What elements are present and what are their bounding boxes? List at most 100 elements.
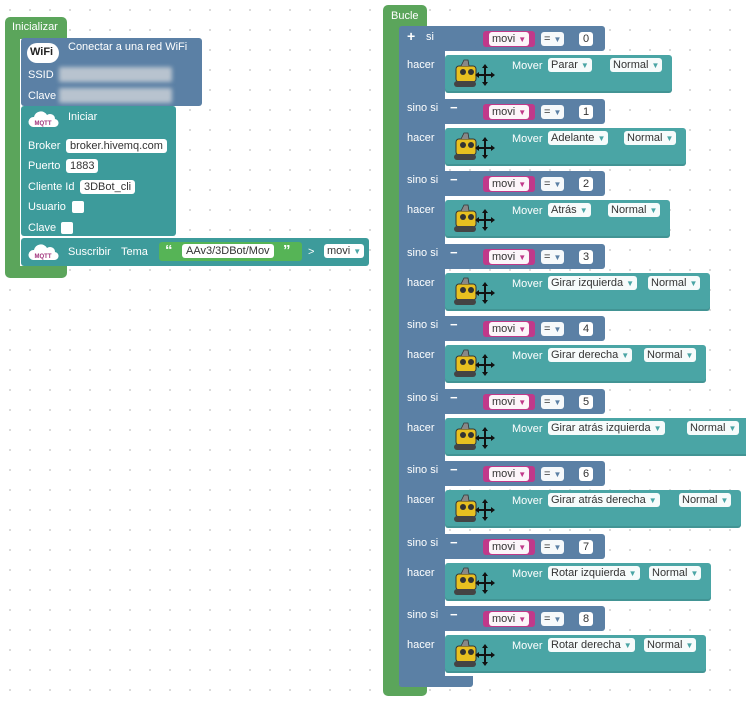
subscribe-var-dropdown[interactable]: movi ▼ [324, 244, 365, 258]
compare-block[interactable]: movi ▼ = ▼ 4 [475, 320, 599, 338]
operator-dropdown[interactable]: = ▼ [541, 177, 565, 191]
direction-dropdown[interactable]: Rotar izquierda ▼ [548, 566, 640, 580]
number-field[interactable]: 1 [579, 105, 593, 119]
variable-block[interactable]: movi ▼ [483, 249, 535, 265]
move-robot-block[interactable]: Mover Girar izquierda ▼ Normal ▼ [445, 273, 710, 311]
variable-dropdown[interactable]: movi ▼ [489, 540, 530, 554]
usuario-field[interactable] [72, 201, 84, 213]
variable-block[interactable]: movi ▼ [483, 611, 535, 627]
move-robot-block[interactable]: Mover Rotar izquierda ▼ Normal ▼ [445, 563, 711, 601]
wifi-password-field[interactable] [59, 88, 172, 103]
move-robot-block[interactable]: Mover Adelante ▼ Normal ▼ [445, 128, 686, 166]
number-block[interactable]: 5 [577, 394, 595, 410]
number-block[interactable]: 6 [577, 466, 595, 482]
remove-branch-icon[interactable]: − [450, 100, 458, 115]
speed-dropdown[interactable]: Normal ▼ [624, 131, 677, 145]
speed-dropdown[interactable]: Normal ▼ [608, 203, 661, 217]
operator-dropdown[interactable]: = ▼ [541, 467, 565, 481]
move-robot-block[interactable]: Mover Girar atrás derecha ▼ Normal ▼ [445, 490, 741, 528]
variable-block[interactable]: movi ▼ [483, 466, 535, 482]
puerto-field[interactable]: 1883 [66, 159, 99, 173]
operator-dropdown[interactable]: = ▼ [541, 612, 565, 626]
operator-dropdown[interactable]: = ▼ [541, 250, 565, 264]
compare-block[interactable]: movi ▼ = ▼ 8 [475, 610, 599, 628]
move-robot-block[interactable]: Mover Girar derecha ▼ Normal ▼ [445, 345, 706, 383]
number-field[interactable]: 7 [579, 540, 593, 554]
variable-dropdown[interactable]: movi ▼ [489, 467, 530, 481]
number-block[interactable]: 2 [577, 176, 595, 192]
move-robot-block[interactable]: Mover Parar ▼ Normal ▼ [445, 55, 672, 93]
variable-block[interactable]: movi ▼ [483, 176, 535, 192]
direction-dropdown[interactable]: Girar atrás izquierda ▼ [548, 421, 665, 435]
move-robot-block[interactable]: Mover Atrás ▼ Normal ▼ [445, 200, 670, 238]
compare-block[interactable]: movi ▼ = ▼ 3 [475, 248, 599, 266]
number-field[interactable]: 0 [579, 32, 593, 46]
broker-field[interactable]: broker.hivemq.com [66, 139, 167, 153]
speed-dropdown[interactable]: Normal ▼ [649, 566, 702, 580]
remove-branch-icon[interactable]: − [450, 245, 458, 260]
variable-block[interactable]: movi ▼ [483, 394, 535, 410]
number-field[interactable]: 4 [579, 322, 593, 336]
compare-block[interactable]: movi ▼ = ▼ 6 [475, 465, 599, 483]
variable-dropdown[interactable]: movi ▼ [489, 395, 530, 409]
ssid-field[interactable] [59, 67, 172, 82]
speed-dropdown[interactable]: Normal ▼ [648, 276, 701, 290]
mqtt-password-field[interactable] [61, 222, 73, 234]
variable-dropdown[interactable]: movi ▼ [489, 105, 530, 119]
speed-dropdown[interactable]: Normal ▼ [644, 348, 697, 362]
variable-dropdown[interactable]: movi ▼ [489, 612, 530, 626]
speed-dropdown[interactable]: Normal ▼ [610, 58, 663, 72]
direction-dropdown[interactable]: Girar derecha ▼ [548, 348, 633, 362]
wifi-connect-block[interactable]: WiFi Conectar a una red WiFi SSID Clave [21, 38, 202, 106]
remove-branch-icon[interactable]: − [450, 607, 458, 622]
operator-dropdown[interactable]: = ▼ [541, 395, 565, 409]
compare-block[interactable]: movi ▼ = ▼ 5 [475, 393, 599, 411]
number-block[interactable]: 1 [577, 104, 595, 120]
direction-dropdown[interactable]: Parar ▼ [548, 58, 592, 72]
remove-branch-icon[interactable]: − [450, 535, 458, 550]
variable-block[interactable]: movi ▼ [483, 539, 535, 555]
direction-dropdown[interactable]: Girar atrás derecha ▼ [548, 493, 660, 507]
topic-field[interactable]: AAv3/3DBot/Mov [182, 244, 274, 258]
move-robot-block[interactable]: Mover Girar atrás izquierda ▼ Normal ▼ [445, 418, 746, 456]
number-field[interactable]: 8 [579, 612, 593, 626]
number-field[interactable]: 3 [579, 250, 593, 264]
add-branch-icon[interactable]: + [407, 28, 415, 44]
number-block[interactable]: 4 [577, 321, 595, 337]
operator-dropdown[interactable]: = ▼ [541, 32, 565, 46]
variable-block[interactable]: movi ▼ [483, 104, 535, 120]
remove-branch-icon[interactable]: − [450, 462, 458, 477]
compare-block[interactable]: movi ▼ = ▼ 2 [475, 175, 599, 193]
direction-dropdown[interactable]: Rotar derecha ▼ [548, 638, 635, 652]
operator-dropdown[interactable]: = ▼ [541, 105, 565, 119]
variable-dropdown[interactable]: movi ▼ [489, 322, 530, 336]
operator-dropdown[interactable]: = ▼ [541, 322, 565, 336]
compare-block[interactable]: movi ▼ = ▼ 1 [475, 103, 599, 121]
mqtt-subscribe-block[interactable]: MQTT Suscribir Tema “ AAv3/3DBot/Mov ” >… [21, 238, 369, 266]
speed-dropdown[interactable]: Normal ▼ [644, 638, 697, 652]
variable-block[interactable]: movi ▼ [483, 321, 535, 337]
topic-text-block[interactable]: “ AAv3/3DBot/Mov ” [159, 242, 302, 261]
variable-dropdown[interactable]: movi ▼ [489, 32, 530, 46]
mqtt-init-block[interactable]: MQTT Iniciar Broker broker.hivemq.com Pu… [21, 106, 176, 236]
remove-branch-icon[interactable]: − [450, 172, 458, 187]
compare-block[interactable]: movi ▼ = ▼ 7 [475, 538, 599, 556]
number-field[interactable]: 6 [579, 467, 593, 481]
operator-dropdown[interactable]: = ▼ [541, 540, 565, 554]
direction-dropdown[interactable]: Atrás ▼ [548, 203, 591, 217]
number-block[interactable]: 3 [577, 249, 595, 265]
direction-dropdown[interactable]: Adelante ▼ [548, 131, 609, 145]
speed-dropdown[interactable]: Normal ▼ [687, 421, 740, 435]
compare-block[interactable]: movi ▼ = ▼ 0 [475, 30, 599, 48]
move-robot-block[interactable]: Mover Rotar derecha ▼ Normal ▼ [445, 635, 706, 673]
direction-dropdown[interactable]: Girar izquierda ▼ [548, 276, 638, 290]
number-field[interactable]: 2 [579, 177, 593, 191]
variable-dropdown[interactable]: movi ▼ [489, 250, 530, 264]
remove-branch-icon[interactable]: − [450, 390, 458, 405]
number-field[interactable]: 5 [579, 395, 593, 409]
number-block[interactable]: 8 [577, 611, 595, 627]
variable-block[interactable]: movi ▼ [483, 31, 535, 47]
variable-dropdown[interactable]: movi ▼ [489, 177, 530, 191]
speed-dropdown[interactable]: Normal ▼ [679, 493, 732, 507]
number-block[interactable]: 0 [577, 31, 595, 47]
